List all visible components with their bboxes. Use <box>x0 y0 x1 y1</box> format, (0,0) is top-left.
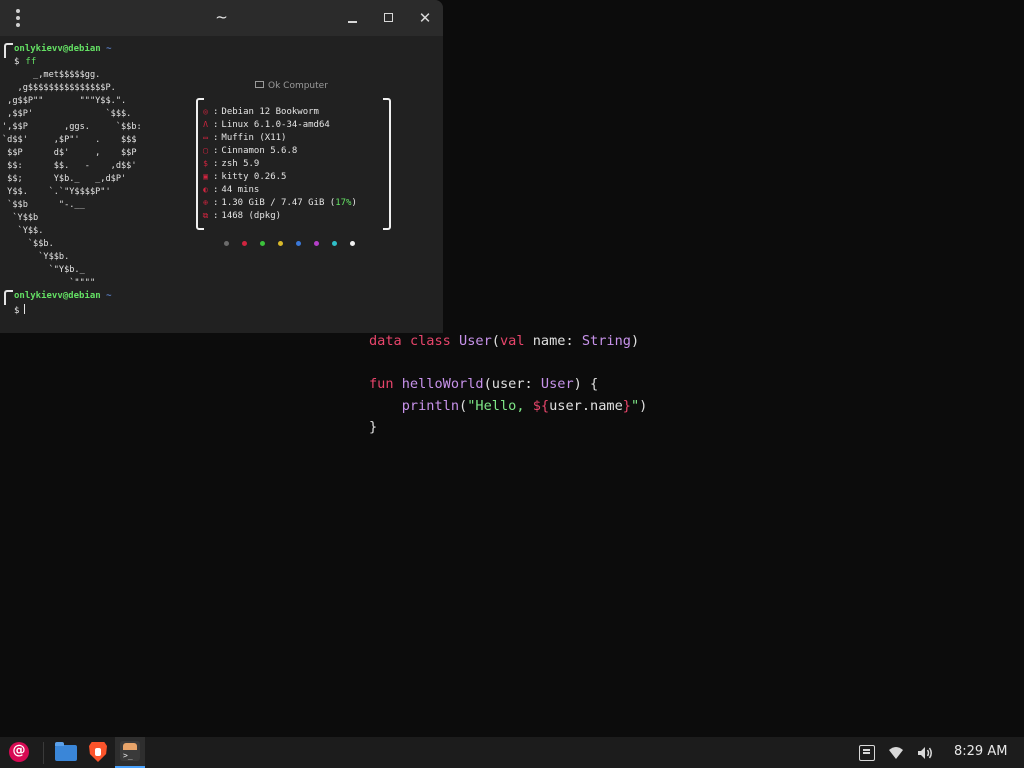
prompt-command: ff <box>25 57 37 67</box>
code-keyword: class <box>409 333 451 349</box>
code-keyword: fun <box>369 376 394 392</box>
terminal-window[interactable]: ~ ✕ onlykievv@debian ~ $ ff _,met$$$$$gg.… <box>0 0 443 333</box>
terminal-task-button[interactable]: >_ <box>115 737 145 768</box>
code-string: "Hello, <box>467 397 533 414</box>
prompt-symbol: $ <box>14 306 20 316</box>
code-text: ) { <box>573 376 599 392</box>
info-wm: ▭: Muffin (X11) <box>201 131 286 144</box>
code-text: name: <box>524 333 582 349</box>
prompt-bracket-icon <box>4 290 13 305</box>
uptime-icon: ◐ <box>203 185 208 194</box>
kitty-icon: >_ <box>120 741 140 761</box>
taskbar: >_ 8:29 AM <box>0 737 1024 768</box>
prompt-dir: ~ <box>106 291 112 301</box>
color-swatch <box>332 241 337 246</box>
code-keyword: data <box>369 333 402 349</box>
code-function: println <box>401 397 460 414</box>
memory-icon: ⊕ <box>203 198 208 207</box>
info-uptime: ◐:44 mins <box>201 183 259 196</box>
code-function: helloWorld <box>401 376 484 392</box>
linux-icon: Λ <box>203 120 208 129</box>
color-swatch <box>242 241 247 246</box>
info-header-text: Ok Computer <box>268 81 328 91</box>
wifi-icon[interactable] <box>888 745 904 761</box>
code-punct: ) <box>630 333 640 349</box>
info-de: ▢: Cinnamon 5.6.8 <box>201 144 297 157</box>
info-value: zsh 5.9 <box>221 159 260 169</box>
memory-percent: 17% <box>335 198 352 208</box>
files-launcher[interactable] <box>53 737 79 768</box>
info-value: Linux 6.1.0-34-amd64 <box>221 120 330 130</box>
info-value: Debian 12 Bookworm <box>221 107 319 117</box>
clock[interactable]: 8:29 AM <box>954 744 1007 759</box>
notes-icon[interactable] <box>859 745 875 761</box>
folder-icon <box>55 742 77 761</box>
color-swatch <box>224 241 229 246</box>
prompt-dir: ~ <box>106 44 112 54</box>
desktop-code-snippet: data class User(val name: String) fun he… <box>369 331 647 439</box>
color-swatch <box>278 241 283 246</box>
text-cursor[interactable] <box>24 304 26 314</box>
info-kernel: Λ: Linux 6.1.0-34-amd64 <box>201 118 330 131</box>
code-punct: ( <box>459 397 468 414</box>
terminal-titlebar[interactable]: ~ ✕ <box>0 0 443 36</box>
volume-icon[interactable] <box>917 745 933 761</box>
color-swatch <box>314 241 319 246</box>
info-memory: ⊕:1.30 GiB / 7.47 GiB (17%) <box>201 196 357 209</box>
maximize-button[interactable] <box>380 9 398 27</box>
brave-launcher[interactable] <box>87 737 109 768</box>
info-value: kitty 0.26.5 <box>221 172 287 182</box>
info-value: 44 mins <box>221 185 260 195</box>
info-shell: $: zsh 5.9 <box>201 157 259 170</box>
window-manager-icon: ▭ <box>203 133 208 142</box>
info-value-end: ) <box>351 198 357 208</box>
terminal-output[interactable]: onlykievv@debian ~ $ ff _,met$$$$$gg. ,g$… <box>0 36 443 333</box>
code-type: User <box>540 376 574 392</box>
info-value: 1.30 GiB / 7.47 GiB ( <box>221 198 336 208</box>
menu-button[interactable] <box>5 737 31 768</box>
terminal-icon: ▣ <box>203 172 208 181</box>
code-keyword: val <box>499 333 525 349</box>
info-header: Ok Computer <box>255 81 328 91</box>
code-text: (user: <box>483 376 541 392</box>
window-title: ~ <box>215 8 228 26</box>
code-text: user.name <box>549 397 623 414</box>
monitor-icon <box>255 81 264 88</box>
color-swatch <box>350 241 355 246</box>
code-text: } <box>369 419 378 435</box>
system-info-box: ◎: Debian 12 Bookworm Λ: Linux 6.1.0-34-am… <box>196 98 391 230</box>
prompt-symbol: $ <box>14 57 20 67</box>
close-button[interactable]: ✕ <box>416 9 434 27</box>
code-type: String <box>581 333 631 349</box>
prompt-bracket-icon <box>4 43 13 58</box>
prompt-user-host: onlykievv@debian <box>14 44 101 54</box>
shell-icon: $ <box>203 159 208 168</box>
code-interp: } <box>622 397 631 414</box>
color-swatch <box>260 241 265 246</box>
desktop-icon: ▢ <box>203 146 208 155</box>
minimize-button[interactable] <box>344 9 362 27</box>
code-interp: ${ <box>532 397 550 414</box>
info-value: Muffin (X11) <box>221 133 287 143</box>
info-value: 1468 (dpkg) <box>221 211 282 221</box>
code-punct: ( <box>491 333 500 349</box>
info-terminal: ▣: kitty 0.26.5 <box>201 170 286 183</box>
brave-icon <box>89 742 107 762</box>
color-swatch <box>296 241 301 246</box>
debian-swirl-icon <box>9 742 29 762</box>
debian-icon: ◎ <box>203 107 208 116</box>
code-punct: ) <box>639 397 648 414</box>
info-value: Cinnamon 5.6.8 <box>221 146 298 156</box>
packages-icon: ⧉ <box>202 211 209 220</box>
prompt-user-host: onlykievv@debian <box>14 291 101 301</box>
code-type: User <box>459 333 492 349</box>
taskbar-divider <box>43 742 44 764</box>
info-os: ◎: Debian 12 Bookworm <box>201 105 319 118</box>
info-packages: ⧉:1468 (dpkg) <box>202 211 282 221</box>
code-string: " <box>630 397 640 414</box>
debian-ascii-logo: _,met$$$$$gg. ,g$$$$$$$$$$$$$$$P. ,g$$P"… <box>2 70 142 288</box>
